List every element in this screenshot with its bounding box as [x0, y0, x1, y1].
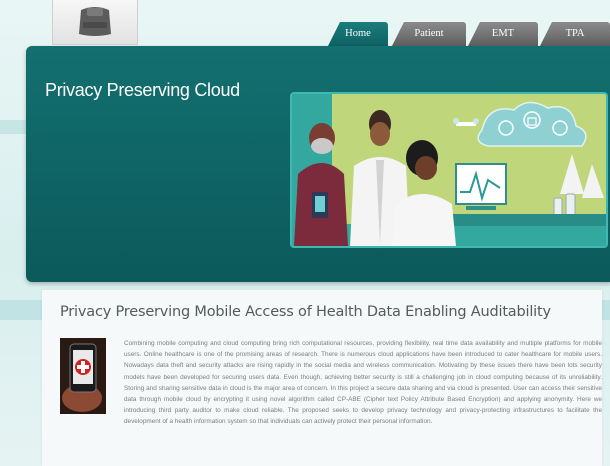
main-content: Privacy Preserving Mobile Access of Heal…: [42, 290, 602, 466]
intro-paragraph: Combining mobile computing and cloud com…: [124, 340, 602, 426]
tab-emt[interactable]: EMT: [468, 22, 538, 46]
page-heading: Privacy Preserving Mobile Access of Heal…: [60, 304, 551, 320]
tab-tpa[interactable]: TPA: [540, 22, 610, 46]
logo-box[interactable]: [52, 0, 138, 45]
tab-patient[interactable]: Patient: [392, 22, 466, 46]
tab-home[interactable]: Home: [328, 22, 388, 46]
banner-illustration: [290, 92, 608, 248]
header-panel: Privacy Preserving Cloud: [26, 46, 610, 282]
healthcare-illustration: [292, 94, 606, 246]
site-title: Privacy Preserving Cloud: [45, 80, 240, 100]
device-icon: [79, 7, 111, 36]
